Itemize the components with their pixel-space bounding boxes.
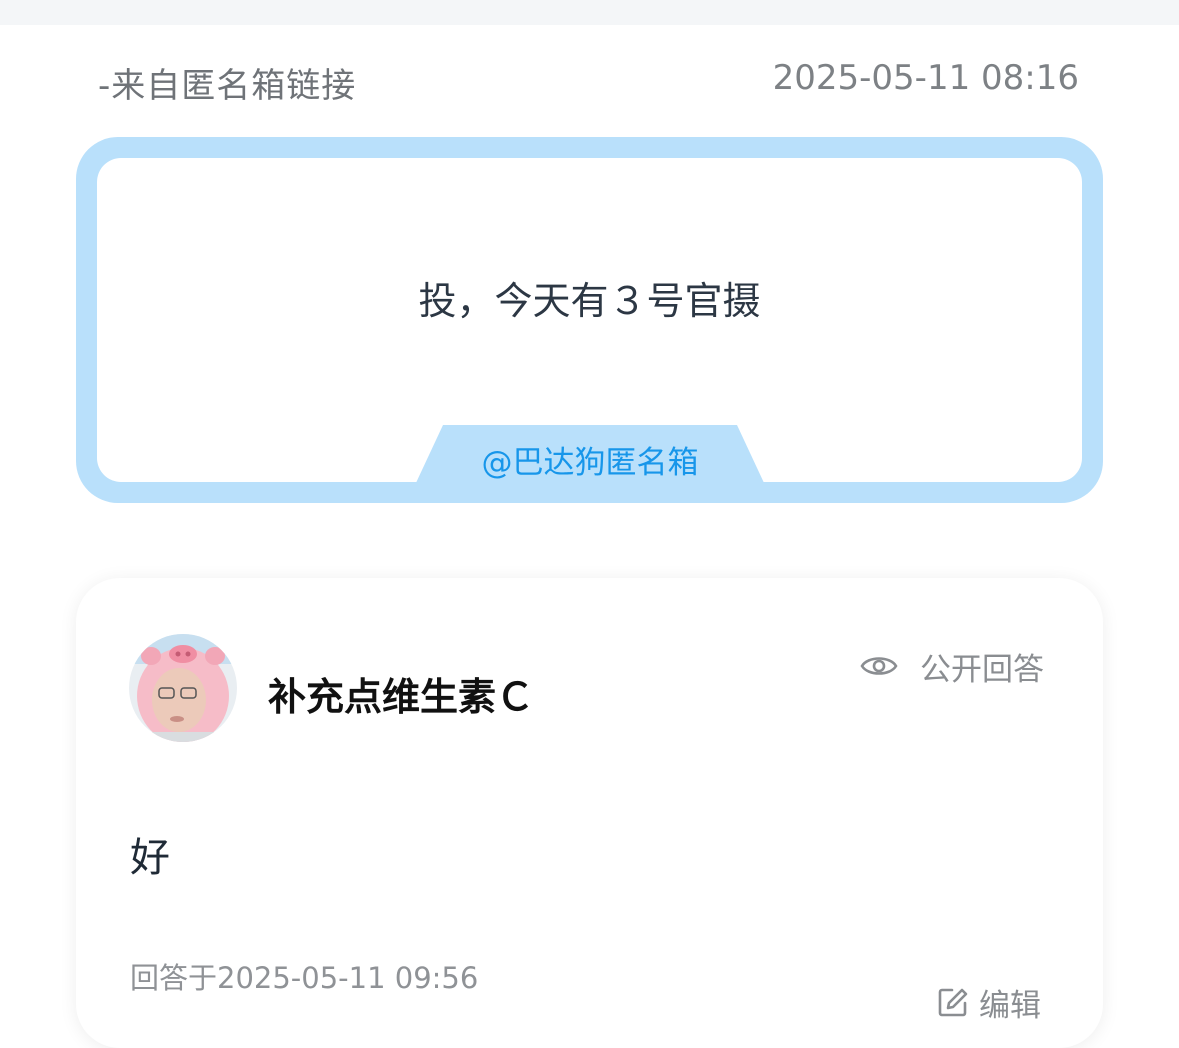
visibility-label: 公开回答 — [920, 651, 1044, 688]
visibility-toggle[interactable]: 公开回答 — [860, 646, 1044, 688]
edit-icon — [938, 988, 968, 1017]
avatar[interactable] — [129, 634, 237, 742]
answer-text: 好 — [130, 835, 170, 881]
edit-label: 编辑 — [979, 987, 1041, 1024]
username: 补充点维生素Ｃ — [268, 675, 535, 719]
eye-icon — [860, 657, 898, 675]
edit-button[interactable]: 编辑 — [937, 982, 1041, 1024]
message-source: -来自匿名箱链接 — [98, 66, 357, 106]
question-text: 投，今天有３号官摄 — [418, 279, 761, 323]
box-tag[interactable]: @巴达狗匿名箱 — [415, 425, 765, 485]
avatar-image — [129, 634, 237, 742]
answered-at: 回答于2025-05-11 09:56 — [130, 961, 479, 995]
box-tag-label: @巴达狗匿名箱 — [481, 445, 699, 481]
top-bar — [0, 0, 1179, 25]
message-timestamp: 2025-05-11 08:16 — [772, 58, 1079, 98]
